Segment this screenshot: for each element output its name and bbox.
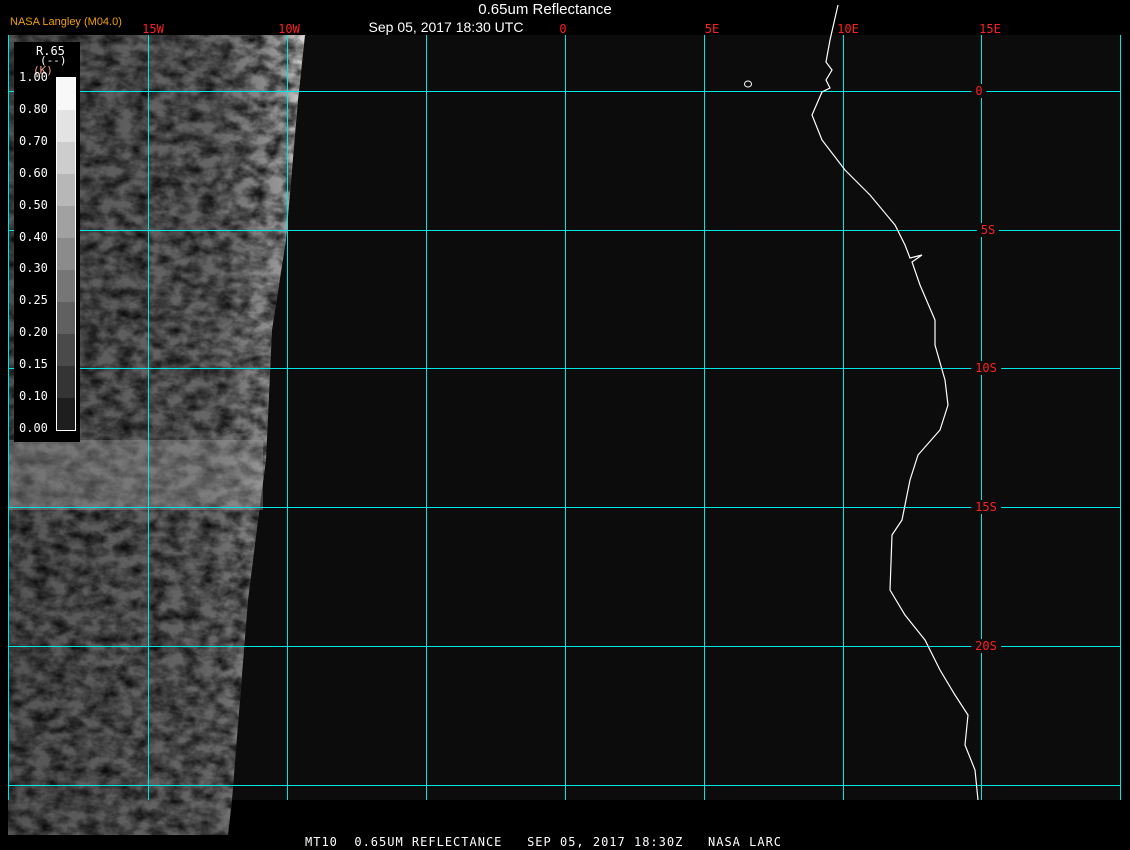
colorbar-step xyxy=(57,366,75,398)
colorbar-step xyxy=(57,110,75,142)
colorbar-tick-label: 0.15 xyxy=(19,357,48,372)
colorbar: R.65 (--) (K) 1.00 0.80 0.70 0.60 0.50 0.40 0.… xyxy=(14,42,80,442)
colorbar-step xyxy=(57,398,75,430)
lat-label-10s: 10S xyxy=(971,361,1001,375)
satellite-map xyxy=(8,4,1121,835)
colorbar-tick-label: 0.80 xyxy=(19,101,48,116)
colorbar-step xyxy=(57,302,75,334)
colorbar-step xyxy=(57,334,75,366)
lat-label-15s: 15S xyxy=(971,500,1001,514)
lat-label-0: 0 xyxy=(971,84,987,98)
colorbar-tick-label: 1.00 xyxy=(19,70,48,84)
colorbar-tick-label: 0.00 xyxy=(19,420,48,435)
lat-label-20s: 20S xyxy=(971,639,1001,653)
lon-label-15w: 15W xyxy=(142,22,164,36)
colorbar-step xyxy=(57,238,75,270)
lat-label-5s: 5S xyxy=(976,223,1000,237)
colorbar-step xyxy=(57,206,75,238)
colorbar-step xyxy=(57,78,75,110)
colorbar-scale xyxy=(56,77,76,431)
lon-label-15e: 15E xyxy=(979,22,1001,36)
colorbar-tick-label: 0.25 xyxy=(19,293,48,308)
colorbar-step xyxy=(57,270,75,302)
lon-label-5e: 5E xyxy=(704,22,720,36)
lon-label-0: 0 xyxy=(559,22,567,36)
colorbar-tick-label: 0.70 xyxy=(19,133,48,148)
lon-label-10e: 10E xyxy=(837,22,859,36)
colorbar-tick-label: 0.60 xyxy=(19,165,48,180)
colorbar-tick-label: 0.30 xyxy=(19,261,48,276)
colorbar-tick-label: 0.20 xyxy=(19,325,48,340)
footer-caption: MT10 0.65UM REFLECTANCE SEP 05, 2017 18:… xyxy=(305,835,783,849)
lon-label-10w: 10W xyxy=(278,22,300,36)
colorbar-tick-label: 0.40 xyxy=(19,229,48,244)
colorbar-step xyxy=(57,142,75,174)
colorbar-tick-label: 0.50 xyxy=(19,197,48,212)
colorbar-step xyxy=(57,174,75,206)
colorbar-tick-label: 0.10 xyxy=(19,389,48,403)
